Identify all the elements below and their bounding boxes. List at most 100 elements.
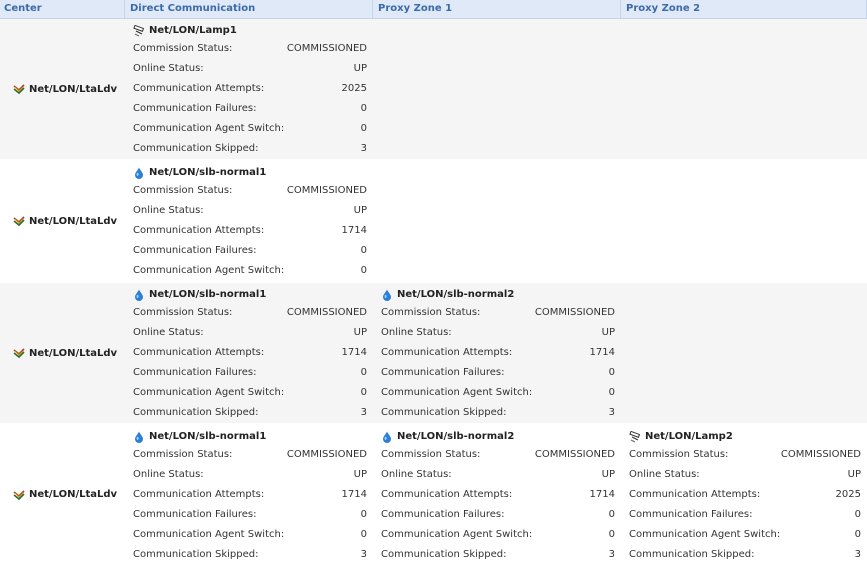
commission-row: Commission Status: COMMISSIONED: [381, 303, 615, 323]
attempts-row: Communication Attempts: 1714: [381, 343, 615, 363]
failures-value: 0: [854, 509, 861, 520]
agent-switch-row: Communication Agent Switch: 0: [133, 525, 367, 545]
device-title[interactable]: Net/LON/slb-normal2: [381, 288, 615, 301]
drop-icon: [381, 289, 393, 301]
device-title[interactable]: Net/LON/slb-normal1: [133, 166, 367, 179]
device-name[interactable]: Net/LON/Lamp2: [645, 431, 733, 442]
failures-row: Communication Failures: 0: [381, 505, 615, 525]
online-value: UP: [353, 469, 367, 480]
commission-value: COMMISSIONED: [286, 43, 367, 54]
proxy-zone-1-cell: [373, 19, 621, 161]
skipped-label: Communication Skipped:: [133, 549, 259, 560]
commission-value: COMMISSIONED: [286, 185, 367, 196]
device-status-card: Net/LON/slb-normal2 Commission Status: COM…: [373, 283, 621, 423]
agent-switch-value: 0: [608, 387, 615, 398]
commission-value: COMMISSIONED: [286, 307, 367, 318]
commission-label: Commission Status:: [133, 43, 233, 54]
column-header-proxy-zone-2[interactable]: Proxy Zone 2: [621, 0, 867, 19]
failures-label: Communication Failures:: [629, 509, 753, 520]
attempts-label: Communication Attempts:: [133, 489, 265, 500]
drop-icon: [133, 289, 145, 301]
device-name[interactable]: Net/LON/slb-normal1: [149, 289, 266, 300]
failures-label: Communication Failures:: [133, 509, 257, 520]
failures-row: Communication Failures: 0: [381, 363, 615, 383]
agent-switch-label: Communication Agent Switch:: [133, 387, 285, 398]
ltaldv-icon: [13, 215, 25, 227]
column-header-direct-communication[interactable]: Direct Communication: [125, 0, 373, 19]
commission-row: Commission Status: COMMISSIONED: [133, 181, 367, 201]
skipped-label: Communication Skipped:: [133, 143, 259, 154]
agent-switch-value: 0: [360, 387, 367, 398]
drop-icon: [133, 431, 145, 443]
agent-switch-row: Communication Agent Switch: 0: [629, 525, 861, 545]
attempts-label: Communication Attempts:: [133, 83, 265, 94]
device-name[interactable]: Net/LON/slb-normal1: [149, 431, 266, 442]
failures-value: 0: [360, 103, 367, 114]
device-title[interactable]: Net/LON/slb-normal1: [133, 430, 367, 443]
agent-switch-value: 0: [360, 529, 367, 540]
skipped-row: Communication Skipped: 3: [133, 403, 367, 423]
commission-value: COMMISSIONED: [534, 307, 615, 318]
online-label: Online Status:: [133, 63, 204, 74]
skipped-value: 3: [854, 549, 861, 560]
attempts-row: Communication Attempts: 1714: [133, 343, 367, 363]
skipped-label: Communication Skipped:: [381, 549, 507, 560]
online-label: Online Status:: [133, 205, 204, 216]
commission-value: COMMISSIONED: [780, 449, 861, 460]
attempts-row: Communication Attempts: 1714: [133, 485, 367, 505]
online-value: UP: [601, 469, 615, 480]
communication-table: Center Direct Communication Proxy Zone 1…: [0, 0, 867, 566]
skipped-value: 3: [360, 407, 367, 418]
online-value: UP: [353, 63, 367, 74]
ltaldv-icon: [13, 489, 25, 501]
attempts-value: 1714: [341, 489, 367, 500]
proxy-zone-2-cell: [621, 161, 867, 283]
attempts-label: Communication Attempts:: [629, 489, 761, 500]
agent-switch-row: Communication Agent Switch: 0: [133, 261, 367, 281]
device-title[interactable]: Net/LON/Lamp2: [629, 430, 861, 443]
attempts-row: Communication Attempts: 2025: [133, 79, 367, 99]
proxy-zone-2-cell: Net/LON/Lamp2 Commission Status: COMMISSIO…: [621, 425, 867, 566]
skipped-value: 3: [608, 407, 615, 418]
attempts-label: Communication Attempts:: [133, 225, 265, 236]
commission-label: Commission Status:: [381, 307, 481, 318]
online-row: Online Status: UP: [133, 465, 367, 485]
device-status-card: Net/LON/slb-normal1 Commission Status: COM…: [125, 161, 373, 281]
commission-row: Commission Status: COMMISSIONED: [133, 303, 367, 323]
agent-switch-label: Communication Agent Switch:: [133, 265, 285, 276]
online-value: UP: [847, 469, 861, 480]
device-name[interactable]: Net/LON/slb-normal1: [149, 167, 266, 178]
device-name[interactable]: Net/LON/Lamp1: [149, 25, 237, 36]
column-header-proxy-zone-1[interactable]: Proxy Zone 1: [373, 0, 621, 19]
commission-row: Commission Status: COMMISSIONED: [133, 39, 367, 59]
online-row: Online Status: UP: [381, 465, 615, 485]
skipped-label: Communication Skipped:: [629, 549, 755, 560]
lamp-icon: [629, 430, 641, 443]
failures-value: 0: [360, 367, 367, 378]
attempts-row: Communication Attempts: 1714: [133, 221, 367, 241]
device-title[interactable]: Net/LON/slb-normal2: [381, 430, 615, 443]
device-name[interactable]: Net/LON/slb-normal2: [397, 431, 514, 442]
commission-label: Commission Status:: [381, 449, 481, 460]
device-title[interactable]: Net/LON/Lamp1: [133, 24, 367, 37]
attempts-row: Communication Attempts: 1714: [381, 485, 615, 505]
agent-switch-label: Communication Agent Switch:: [381, 529, 533, 540]
attempts-label: Communication Attempts:: [381, 347, 513, 358]
agent-switch-label: Communication Agent Switch:: [133, 123, 285, 134]
center-device-name[interactable]: Net/LON/LtaLdv: [29, 84, 117, 95]
device-name[interactable]: Net/LON/slb-normal2: [397, 289, 514, 300]
proxy-zone-1-cell: [373, 161, 621, 283]
device-title[interactable]: Net/LON/slb-normal1: [133, 288, 367, 301]
column-header-center[interactable]: Center: [0, 0, 125, 19]
failures-row: Communication Failures: 0: [133, 505, 367, 525]
agent-switch-value: 0: [854, 529, 861, 540]
center-device-name[interactable]: Net/LON/LtaLdv: [29, 348, 117, 359]
ltaldv-icon: [13, 347, 25, 359]
failures-value: 0: [608, 367, 615, 378]
online-label: Online Status:: [133, 327, 204, 338]
agent-switch-row: Communication Agent Switch: 0: [133, 383, 367, 403]
online-value: UP: [353, 205, 367, 216]
center-device-name[interactable]: Net/LON/LtaLdv: [29, 216, 117, 227]
center-device-name[interactable]: Net/LON/LtaLdv: [29, 489, 117, 500]
commission-row: Commission Status: COMMISSIONED: [629, 445, 861, 465]
